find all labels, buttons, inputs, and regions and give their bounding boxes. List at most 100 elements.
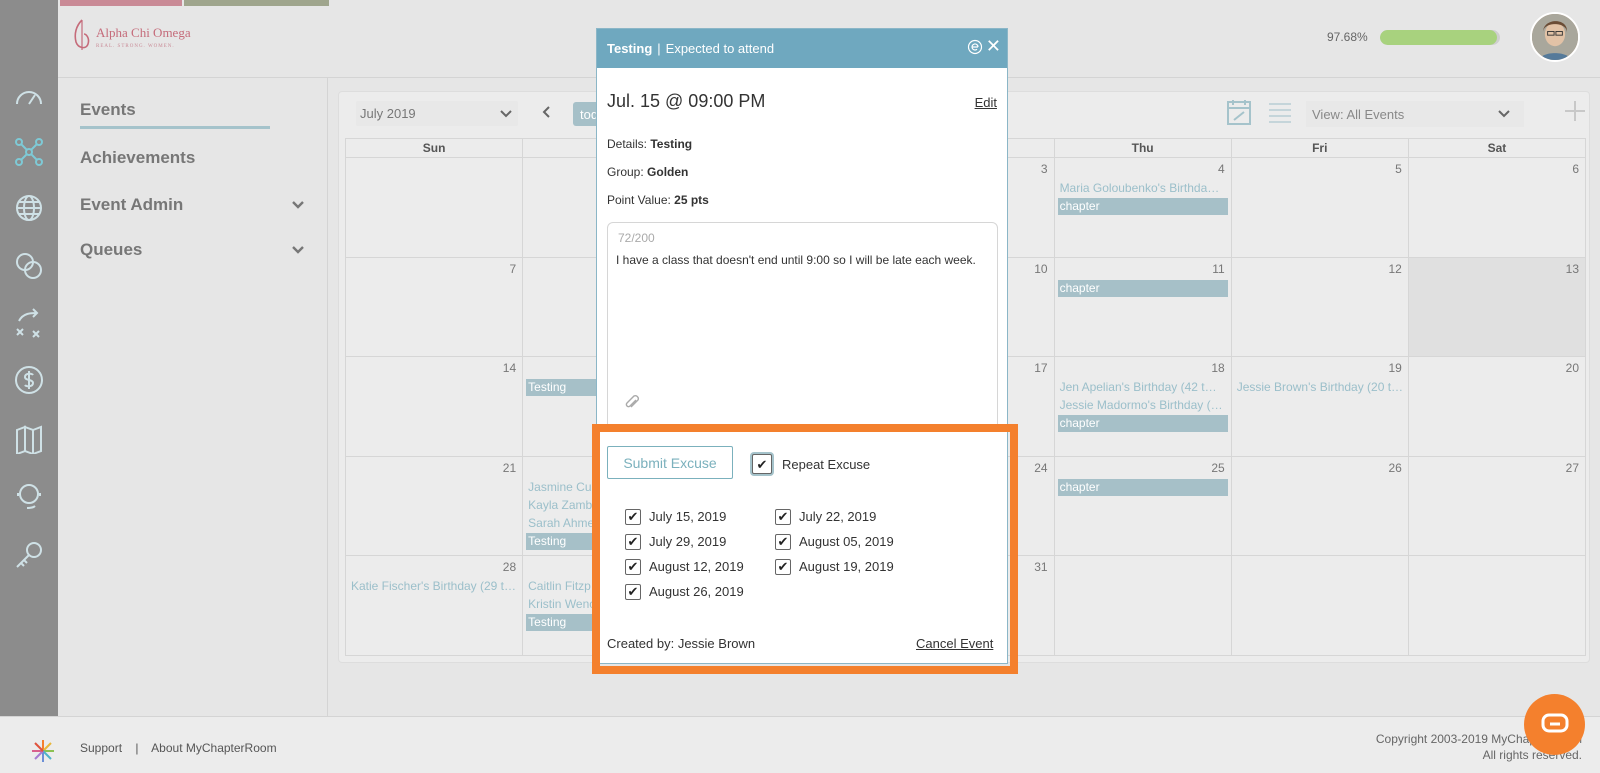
month-select[interactable]: July 2019 <box>356 101 518 126</box>
repeat-date-item[interactable]: ✔ July 15, 2019 <box>625 508 775 525</box>
cancel-event-link[interactable]: Cancel Event <box>916 636 993 651</box>
calendar-day-cell[interactable]: 28 Katie Fischer's Birthday (29 t… <box>344 555 524 656</box>
day-number: 7 <box>509 261 517 276</box>
strategy-icon[interactable] <box>11 305 47 341</box>
calendar-day-cell[interactable]: 11 chapter <box>1053 256 1232 358</box>
group-line: Group: Golden <box>607 165 689 179</box>
day-number: 11 <box>1212 261 1225 276</box>
repeat-date-item[interactable]: ✔ July 29, 2019 <box>625 533 775 550</box>
repeat-date-item[interactable]: ✔ August 12, 2019 <box>625 558 775 575</box>
repeat-date-checkbox[interactable]: ✔ <box>625 558 641 575</box>
repeat-date-item[interactable]: ✔ August 19, 2019 <box>775 558 925 575</box>
repeat-excuse-label: Repeat Excuse <box>782 456 871 472</box>
calendar-view-icon[interactable] <box>1226 98 1252 126</box>
repeat-dates-row: ✔ July 15, 2019 ✔ July 22, 2019 <box>625 504 925 529</box>
weekday-header: Sat <box>1407 138 1587 158</box>
calendar-day-cell[interactable] <box>344 157 524 258</box>
calendar-event-bar[interactable]: chapter <box>1057 279 1228 297</box>
user-avatar[interactable] <box>1530 12 1580 62</box>
repeat-date-label: August 26, 2019 <box>649 584 744 599</box>
repeat-date-checkbox[interactable]: ✔ <box>775 508 791 525</box>
calendar-event-bar[interactable]: chapter <box>1057 198 1228 215</box>
calendar-day-cell[interactable]: 6 <box>1407 157 1587 258</box>
calendar-day-cell[interactable]: 20 <box>1407 356 1587 457</box>
calendar-day-cell[interactable] <box>1053 555 1232 656</box>
group-value: Golden <box>647 165 689 179</box>
list-view-icon[interactable] <box>1267 98 1293 126</box>
prev-month-icon[interactable] <box>540 105 554 119</box>
created-by: Created by: Jessie Brown <box>607 636 756 651</box>
submit-excuse-button[interactable]: Submit Excuse <box>607 446 733 479</box>
lyre-icon <box>74 19 90 50</box>
calendar-day-cell[interactable]: 27 <box>1407 455 1587 557</box>
progress-bar <box>1380 30 1500 45</box>
repeat-date-item[interactable]: ✔ August 26, 2019 <box>625 583 785 600</box>
calendar-day-cell[interactable] <box>1230 555 1409 656</box>
repeat-date-item[interactable]: ✔ July 22, 2019 <box>775 508 925 525</box>
brand-logo[interactable]: Alpha Chi Omega REAL. STRONG. WOMEN. <box>72 18 191 56</box>
repeat-excuse-checkbox[interactable]: ✔ <box>752 454 772 474</box>
close-icon[interactable]: ✕ <box>986 36 1001 57</box>
network-icon[interactable] <box>11 134 47 170</box>
about-link[interactable]: About MyChapterRoom <box>151 741 276 755</box>
support-icon[interactable] <box>11 478 47 514</box>
calendar-day-cell[interactable]: 18 Jen Apelian's Birthday (42 t… Jessie Ma… <box>1053 356 1232 457</box>
calendar-day-cell[interactable]: 13 <box>1407 256 1587 358</box>
calendar-event[interactable]: Katie Fischer's Birthday (29 t… <box>349 578 519 595</box>
day-number: 3 <box>1040 162 1048 176</box>
repeat-date-checkbox[interactable]: ✔ <box>625 508 641 525</box>
e-icon[interactable] <box>967 39 983 55</box>
key-icon[interactable] <box>11 537 47 573</box>
calendar-day-cell[interactable]: 14 <box>344 356 524 457</box>
calendar-event[interactable]: Jessie Brown's Birthday (20 t… <box>1235 379 1405 396</box>
excuse-textarea[interactable]: 72/200 I have a class that doesn't end u… <box>607 222 998 432</box>
day-number: 6 <box>1572 162 1579 176</box>
repeat-date-checkbox[interactable]: ✔ <box>775 558 791 575</box>
calendar-event[interactable]: Jen Apelian's Birthday (42 t… <box>1058 379 1228 396</box>
edit-link[interactable]: Edit <box>975 95 997 110</box>
calendar-event-bar[interactable]: chapter <box>1057 415 1228 433</box>
dollar-icon[interactable] <box>11 362 47 398</box>
day-events <box>346 258 522 279</box>
chevron-down-icon[interactable] <box>291 243 305 257</box>
chat-icon[interactable] <box>11 248 47 284</box>
calendar-day-cell[interactable]: 12 <box>1230 256 1409 358</box>
add-event-icon[interactable] <box>1563 99 1587 123</box>
calendar-day-cell[interactable]: 5 <box>1230 157 1409 258</box>
paperclip-icon[interactable] <box>622 393 642 413</box>
sidebar-item-event-admin[interactable]: Event Admin <box>80 195 183 215</box>
repeat-date-checkbox[interactable]: ✔ <box>625 533 641 550</box>
sidebar-item-achievements[interactable]: Achievements <box>80 148 195 168</box>
calendar-event-bar[interactable]: chapter <box>1057 478 1228 496</box>
calendar-day-cell[interactable]: 25 chapter <box>1053 455 1232 557</box>
repeat-date-label: August 19, 2019 <box>799 559 894 574</box>
repeat-date-checkbox[interactable]: ✔ <box>625 583 641 600</box>
dashboard-icon[interactable] <box>11 78 47 114</box>
day-number: 18 <box>1211 361 1225 376</box>
sidebar-item-queues[interactable]: Queues <box>80 240 142 260</box>
globe-icon[interactable] <box>11 190 47 226</box>
day-number: 13 <box>1565 261 1579 276</box>
chevron-down-icon <box>500 110 512 118</box>
view-select[interactable]: View: All Events <box>1306 101 1524 127</box>
documents-icon[interactable] <box>11 420 47 456</box>
repeat-date-checkbox[interactable]: ✔ <box>775 533 791 550</box>
chat-bubble-icon <box>1541 713 1568 732</box>
calendar-event[interactable]: Maria Goloubenko's Birthda… <box>1058 180 1228 197</box>
repeat-date-label: July 29, 2019 <box>649 534 727 549</box>
chat-widget-button[interactable] <box>1524 694 1585 755</box>
sidebar-item-events[interactable]: Events <box>80 100 270 129</box>
calendar-event[interactable]: Jessie Madormo's Birthday (… <box>1058 397 1228 414</box>
calendar-day-cell[interactable]: 21 <box>344 455 524 557</box>
calendar-day-cell[interactable] <box>1407 555 1587 656</box>
weekday-header: Thu <box>1053 138 1232 158</box>
repeat-excuse-toggle[interactable]: ✔ Repeat Excuse <box>752 454 870 474</box>
calendar-day-cell[interactable]: 26 <box>1230 455 1409 557</box>
calendar-day-cell[interactable]: 4 Maria Goloubenko's Birthda… chapter <box>1053 157 1232 258</box>
support-link[interactable]: Support <box>80 741 122 755</box>
calendar-day-cell[interactable]: 19 Jessie Brown's Birthday (20 t… <box>1230 356 1409 457</box>
chevron-down-icon[interactable] <box>291 198 305 212</box>
repeat-date-item[interactable]: ✔ August 05, 2019 <box>775 533 925 550</box>
mychapterroom-logo-icon[interactable] <box>29 737 57 765</box>
calendar-day-cell[interactable]: 7 <box>344 256 524 358</box>
